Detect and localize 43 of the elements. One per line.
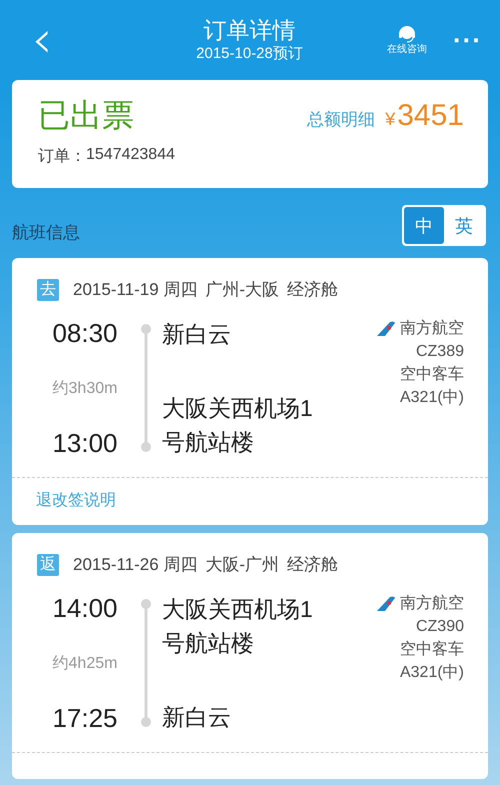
flight-date: 2015-11-19 周四 [73, 279, 198, 301]
cabin-class: 经济舱 [287, 279, 338, 301]
back-button[interactable]: ‹ [22, 20, 62, 60]
departure-time: 14:00 [52, 592, 118, 624]
more-button[interactable]: ··· [453, 30, 482, 50]
flight-route: 广州-大阪 [205, 279, 280, 301]
aircraft-model: A321(中) [400, 388, 464, 408]
total-details-link[interactable]: 总额明细 [307, 108, 376, 131]
aircraft-model: A321(中) [400, 662, 464, 683]
airline-name: 南方航空 [400, 318, 464, 339]
airline-logo-icon [376, 320, 396, 336]
flight-duration: 约3h30m [52, 378, 118, 398]
online-service-button[interactable]: 在线咨询 [387, 24, 428, 56]
order-label: 订单： [38, 147, 86, 167]
flight-date: 2015-11-26 周四 [73, 554, 198, 576]
airline-logo-icon [376, 596, 396, 612]
cabin-class: 经济舱 [287, 554, 338, 576]
aircraft-maker: 空中客车 [400, 640, 464, 660]
arrival-time: 17:25 [52, 702, 118, 734]
section-title: 航班信息 [12, 222, 80, 244]
flight-number: CZ389 [416, 342, 464, 362]
refund-rules-link[interactable]: 退改签说明 [36, 490, 116, 511]
flight-number: CZ390 [416, 617, 464, 637]
ticket-status: 已出票 [38, 96, 134, 135]
page-title: 订单详情 [204, 16, 296, 44]
currency-sign: ¥ [385, 109, 396, 130]
headset-icon [397, 24, 418, 44]
trip-badge: 去 [37, 278, 59, 300]
flight-duration: 约4h25m [52, 654, 118, 674]
booking-date: 2015-10-28预订 [196, 44, 303, 64]
flight-route: 大阪-广州 [205, 554, 280, 576]
trip-badge: 返 [37, 554, 59, 576]
arrival-time: 13:00 [52, 427, 118, 459]
departure-airport: 大阪关西机场1号航站楼 [162, 595, 314, 658]
language-option[interactable]: 中 [404, 207, 444, 244]
airline-name: 南方航空 [400, 594, 464, 614]
arrival-airport: 新白云 [162, 703, 232, 732]
arrival-airport: 大阪关西机场1号航站楼 [162, 394, 314, 457]
order-number: 1547423844 [86, 146, 175, 165]
departure-time: 08:30 [52, 317, 118, 349]
departure-airport: 新白云 [162, 320, 232, 349]
total-amount: 3451 [397, 99, 464, 133]
aircraft-maker: 空中客车 [400, 364, 464, 385]
